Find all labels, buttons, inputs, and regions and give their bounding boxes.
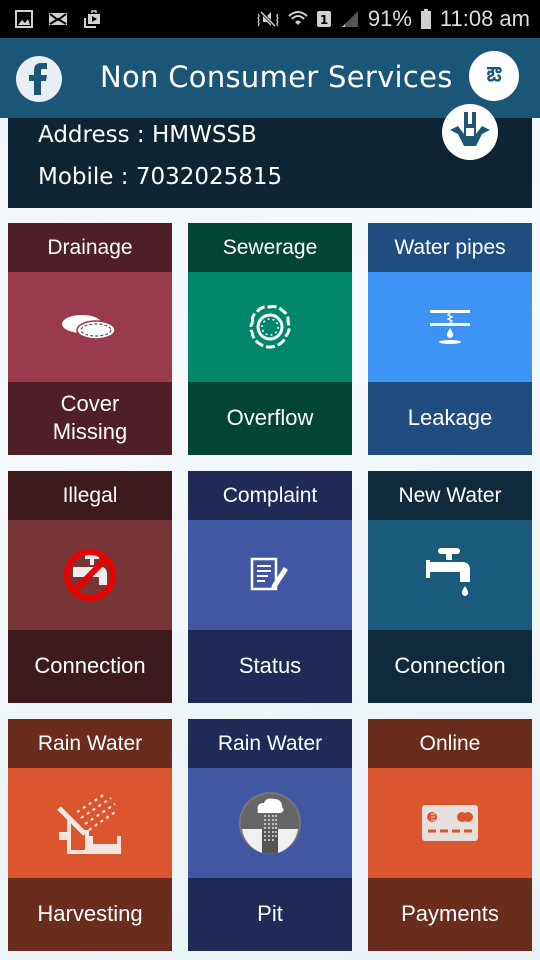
tile-footer-line: Overflow [226,404,314,430]
telugu-language-icon: ఔ [486,61,502,86]
tile-drainage-cover-missing[interactable]: Drainage Cover Missing [8,223,172,455]
tile-header: New Water [368,471,532,520]
sewer-overflow-icon [249,305,291,349]
status-bar: 1 91% 11:08 am [0,0,540,38]
tile-water-pipes-leakage[interactable]: Water pipes Leakage [368,223,532,455]
tile-header: Sewerage [188,223,352,272]
tile-rain-water-pit[interactable]: Rain Water Pit [188,719,352,951]
tile-footer-line: Pit [257,900,283,926]
tile-footer-line: Cover [60,390,120,416]
credit-card-icon [422,805,478,841]
address-text: Address : HMWSSB [38,122,257,148]
tile-header: Rain Water [8,719,172,768]
tile-footer: Cover Missing [8,382,172,455]
tile-rain-water-harvesting[interactable]: Rain Water Harvesting [8,719,172,951]
tile-header: Drainage [8,223,172,272]
gallery-icon [15,10,33,28]
language-toggle-button[interactable]: ఔ [466,48,522,104]
svg-text:1: 1 [320,13,328,27]
tile-icon-area [8,520,172,630]
info-panel: Address : HMWSSB Mobile : 7032025815 [8,104,532,208]
play-store-icon [84,10,100,28]
tile-icon-area [368,272,532,382]
edit-document-icon [250,557,288,591]
tile-footer-line: Leakage [407,404,493,430]
tile-footer: Harvesting [8,878,172,951]
manhole-cover-icon [62,315,116,340]
tile-footer-line: Harvesting [37,900,143,926]
water-tap-icon [426,548,470,596]
tile-illegal-connection[interactable]: Illegal Connection [8,471,172,703]
tile-footer-line: Status [238,652,302,678]
tile-footer: Leakage [368,382,532,455]
facebook-button[interactable] [16,56,62,102]
tile-icon-area [8,272,172,382]
mail-icon [49,13,67,25]
tile-footer: Connection [8,630,172,703]
tile-new-water-connection[interactable]: New Water Connection [368,471,532,703]
mobile-text: Mobile : 7032025815 [38,164,283,190]
tile-icon-area [188,520,352,630]
tile-footer: Status [188,630,352,703]
tile-footer-line: Missing [52,418,128,444]
tile-header: Online [368,719,532,768]
clock: 11:08 am [439,6,530,31]
tile-icon-area [8,768,172,878]
tile-footer: Pit [188,878,352,951]
rain-pit-icon [239,792,301,854]
tile-footer-line: Connection [394,652,506,678]
signal-icon [341,11,358,27]
mute-vibrate-icon [256,10,279,28]
battery-icon [420,9,431,29]
tile-online-payments[interactable]: Online Payments [368,719,532,951]
tile-sewerage-overflow[interactable]: Sewerage Overflow [188,223,352,455]
services-grid: Drainage Cover Missing Sewerage Overflow … [8,223,532,951]
pipe-leak-icon [430,310,470,344]
tile-complaint-status[interactable]: Complaint Status [188,471,352,703]
tile-icon-area [368,768,532,878]
tile-footer: Connection [368,630,532,703]
tile-icon-area [368,520,532,630]
no-tap-icon [64,549,116,601]
sim-1-icon: 1 [316,11,331,27]
tile-footer: Payments [368,878,532,951]
wifi-icon [288,11,308,25]
tile-header: Rain Water [188,719,352,768]
facebook-icon [29,63,47,95]
rain-harvest-icon [57,793,121,854]
tile-header: Illegal [8,471,172,520]
tile-footer-line: Payments [401,900,499,926]
hmwssb-logo [442,104,498,160]
tile-footer-line: Connection [34,652,146,678]
tile-icon-area [188,768,352,878]
tile-footer: Overflow [188,382,352,455]
tile-icon-area [188,272,352,382]
page-title: Non Consumer Services [100,60,453,94]
tile-header: Complaint [188,471,352,520]
tile-header: Water pipes [368,223,532,272]
water-board-logo-icon [450,112,490,146]
battery-percent: 91% [367,6,412,31]
